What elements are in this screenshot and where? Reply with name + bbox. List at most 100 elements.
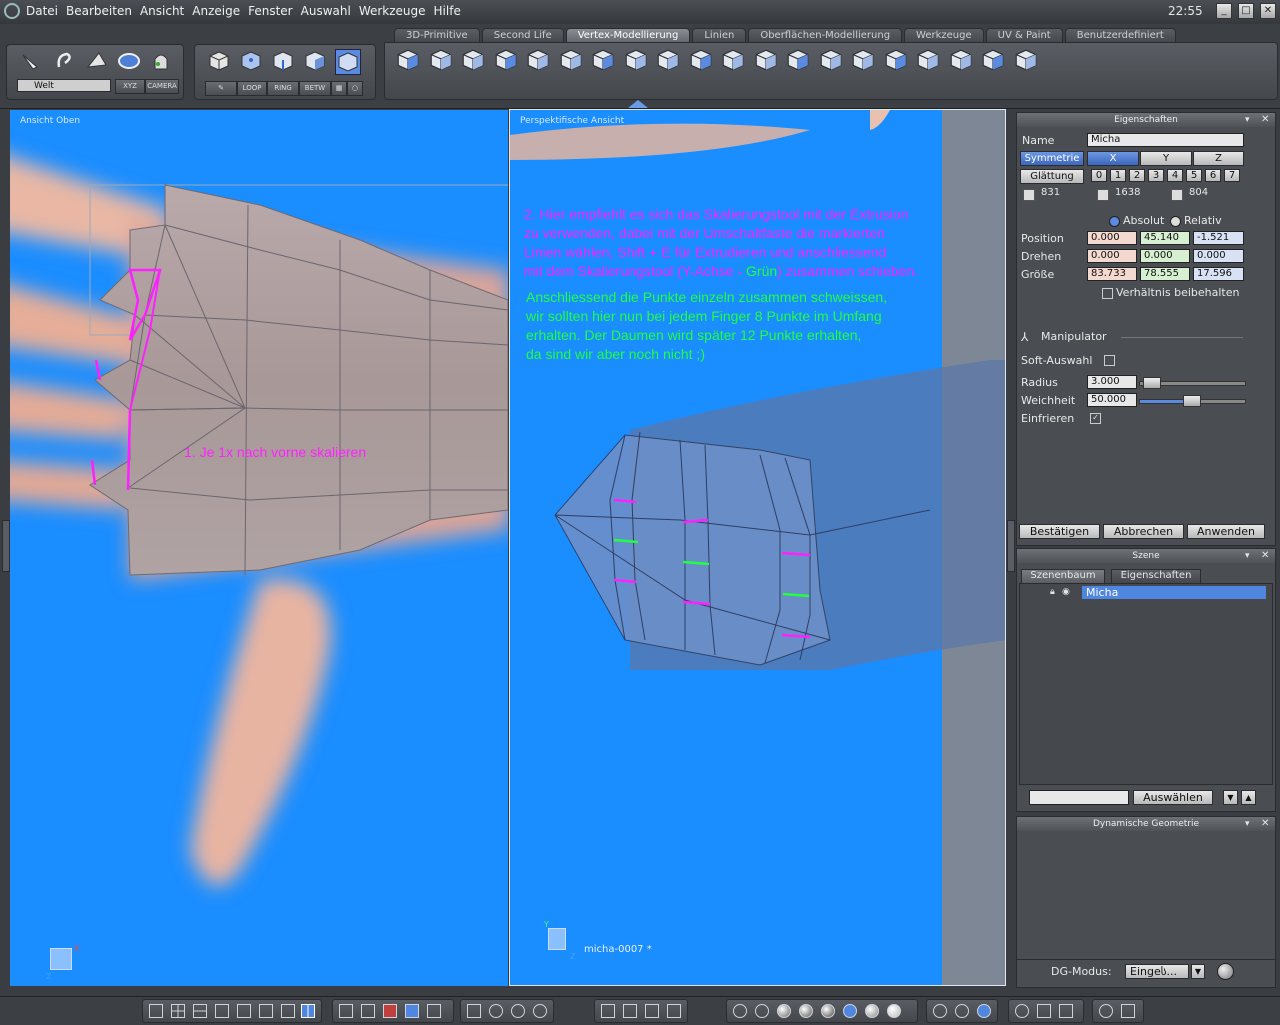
menu-anzeige[interactable]: Anzeige — [192, 4, 240, 18]
transform-move-icon[interactable] — [601, 1004, 615, 1018]
layout-hsplit-icon[interactable] — [193, 1004, 207, 1018]
lasso-icon[interactable] — [53, 49, 77, 73]
display-panel-icon[interactable] — [427, 1004, 441, 1018]
tab-second-life[interactable]: Second Life — [481, 28, 564, 43]
tab-werkzeuge[interactable]: Werkzeuge — [904, 28, 984, 43]
absolut-radio[interactable] — [1109, 216, 1120, 227]
name-input[interactable]: Micha — [1087, 133, 1244, 147]
loop-cut-tool-icon[interactable] — [753, 47, 779, 73]
level-6-button[interactable]: 6 — [1205, 169, 1221, 182]
dyngeo-menu-icon[interactable]: ▾ — [1245, 819, 1250, 829]
transform-drop-icon[interactable] — [667, 1004, 681, 1018]
shade-xray-icon[interactable] — [865, 1004, 879, 1018]
shade-texture-icon[interactable] — [821, 1004, 835, 1018]
detach-tool-icon[interactable] — [818, 47, 844, 73]
layout-3b-icon[interactable] — [237, 1004, 251, 1018]
scene-up-icon[interactable]: ▲ — [1241, 790, 1256, 805]
panel-close-icon[interactable]: ✕ — [1261, 114, 1269, 125]
layout-quad-icon[interactable] — [171, 1004, 185, 1018]
tab-uv-paint[interactable]: UV & Paint — [985, 28, 1063, 43]
dg-refresh-icon[interactable] — [1217, 963, 1234, 980]
left-panel-handle[interactable] — [2, 520, 10, 572]
tab-scene-eigenschaften[interactable]: Eigenschaften — [1111, 569, 1201, 584]
display-color-icon[interactable] — [383, 1004, 397, 1018]
einfrieren-checkbox[interactable]: ✓ — [1090, 413, 1101, 424]
layout-3d-icon[interactable] — [281, 1004, 295, 1018]
tab-benutzerdefiniert[interactable]: Benutzerdefiniert — [1064, 28, 1176, 43]
add-point-tool-icon[interactable] — [1013, 47, 1039, 73]
radius-slider-handle[interactable] — [1143, 377, 1161, 389]
dg-modus-select[interactable]: Eingeს... — [1125, 964, 1189, 979]
smooth-tool-icon[interactable] — [850, 47, 876, 73]
subdivide-tool-icon[interactable] — [525, 47, 551, 73]
ring-button[interactable]: RING — [267, 81, 299, 96]
grid-toggle-icon[interactable]: ▦ — [331, 81, 347, 96]
scene-menu-icon[interactable]: ▾ — [1245, 551, 1250, 561]
layout-3c-icon[interactable] — [259, 1004, 273, 1018]
magic-select-icon[interactable] — [149, 49, 173, 73]
knife-tool-icon[interactable] — [623, 47, 649, 73]
menu-fenster[interactable]: Fenster — [248, 4, 293, 18]
position-z-input[interactable]: -1.521 — [1193, 231, 1244, 245]
weichheit-input[interactable]: 50.000 — [1087, 393, 1137, 407]
material-b-icon[interactable] — [955, 1004, 969, 1018]
object-mode-icon[interactable] — [207, 49, 231, 73]
lock-icon[interactable]: 🔒︎ — [1050, 587, 1055, 597]
view-globe-icon[interactable] — [1015, 1004, 1029, 1018]
drehen-x-input[interactable]: 0.000 — [1087, 249, 1137, 263]
level-1-button[interactable]: 1 — [1110, 169, 1126, 182]
view-book-icon[interactable] — [1059, 1004, 1073, 1018]
face-mode-icon[interactable] — [303, 49, 327, 73]
face-extrude-tool-icon[interactable] — [428, 47, 454, 73]
position-y-input[interactable]: 45.140 — [1140, 231, 1190, 245]
right-panel-handle[interactable] — [1007, 520, 1015, 572]
vertex-mode-icon[interactable] — [239, 49, 263, 73]
shade-hidden-icon[interactable] — [755, 1004, 769, 1018]
menu-werkzeuge[interactable]: Werkzeuge — [359, 4, 426, 18]
drehen-y-input[interactable]: 0.000 — [1140, 249, 1190, 263]
sym-y-button[interactable]: Y — [1140, 151, 1192, 166]
shade-smooth-icon[interactable] — [799, 1004, 813, 1018]
nav-fit-icon[interactable] — [467, 1004, 481, 1018]
nav-zoom-icon[interactable] — [511, 1004, 525, 1018]
menu-ansicht[interactable]: Ansicht — [140, 4, 184, 18]
viewport-top[interactable]: Ansicht Oben 1. Je 1x nach vorne skalier… — [10, 110, 508, 986]
loop-button[interactable]: LOOP — [237, 81, 267, 96]
bridge-tool-icon[interactable] — [688, 47, 714, 73]
menu-bearbeiten[interactable]: Bearbeiten — [66, 4, 132, 18]
radius-input[interactable]: 3.000 — [1087, 375, 1137, 389]
tab-szenenbaum[interactable]: Szenenbaum — [1021, 569, 1105, 584]
connect-tool-icon[interactable] — [590, 47, 616, 73]
coordinate-system-select[interactable]: Welt — [17, 79, 111, 92]
edge-mode-icon[interactable] — [271, 49, 295, 73]
dg-modus-dropdown-icon[interactable]: ▼ — [1191, 964, 1205, 979]
render-icon[interactable] — [1099, 1004, 1113, 1018]
hand-mesh[interactable] — [89, 184, 508, 576]
camera-button[interactable]: CAMERA — [145, 79, 179, 94]
display-brush-icon[interactable] — [361, 1004, 375, 1018]
groesse-z-input[interactable]: 17.596 — [1193, 267, 1244, 281]
nav-orbit-icon[interactable] — [489, 1004, 503, 1018]
circle-toggle-icon[interactable]: ○ — [347, 81, 363, 96]
slide-tool-icon[interactable] — [720, 47, 746, 73]
groesse-y-input[interactable]: 78.555 — [1140, 267, 1190, 281]
drehen-z-input[interactable]: 0.000 — [1193, 249, 1244, 263]
tab-vertex-modellierung[interactable]: Vertex-Modellierung — [565, 28, 691, 43]
scene-close-icon[interactable]: ✕ — [1261, 550, 1269, 561]
menu-datei[interactable]: Datei — [26, 4, 58, 18]
close-icon[interactable]: ✕ — [1260, 3, 1276, 19]
app-logo-icon[interactable] — [4, 3, 20, 19]
shade-wire-icon[interactable] — [733, 1004, 747, 1018]
viewport-perspective[interactable]: Perspektifische Ansicht 2. Hier empfiehl… — [509, 109, 1006, 986]
inset-tool-icon[interactable] — [493, 47, 519, 73]
menu-auswahl[interactable]: Auswahl — [301, 4, 351, 18]
camera-icon[interactable] — [1121, 1004, 1135, 1018]
groesse-x-input[interactable]: 83.733 — [1087, 267, 1137, 281]
minimize-icon[interactable]: _ — [1216, 3, 1232, 19]
dyngeo-close-icon[interactable]: ✕ — [1261, 818, 1269, 829]
relativ-radio[interactable] — [1170, 216, 1181, 227]
scene-item-micha[interactable]: Micha — [1082, 586, 1266, 599]
level-4-button[interactable]: 4 — [1167, 169, 1183, 182]
triangle-select-icon[interactable] — [85, 49, 109, 73]
anwenden-button[interactable]: Anwenden — [1187, 524, 1265, 539]
